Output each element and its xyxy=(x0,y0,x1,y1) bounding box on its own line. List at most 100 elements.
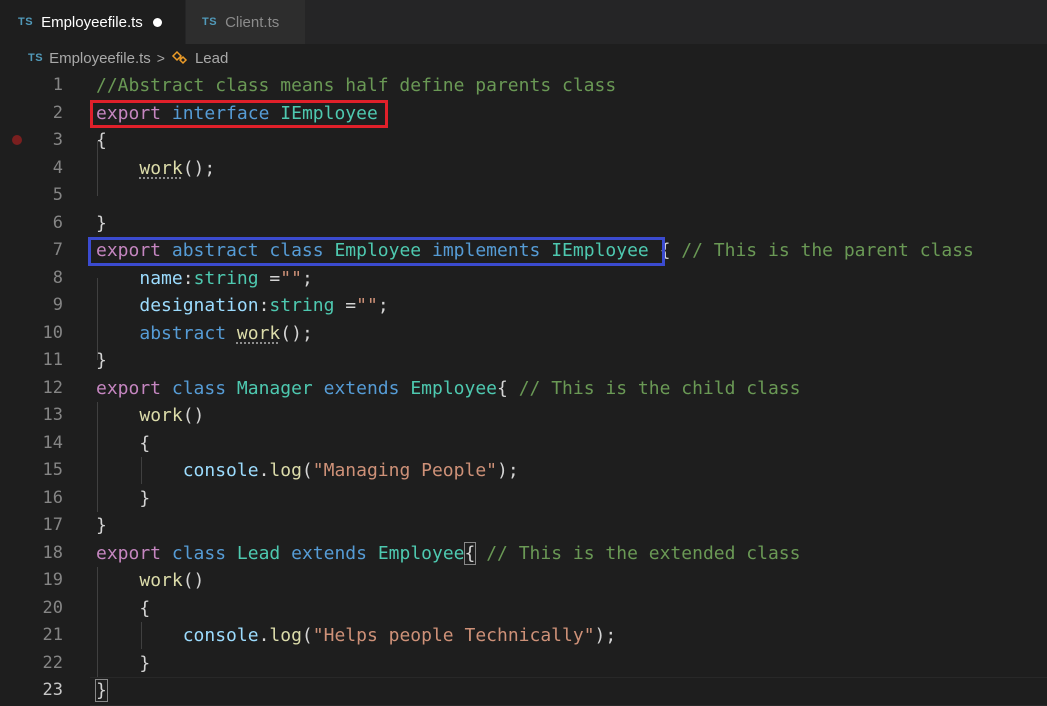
code-token: extends xyxy=(291,542,367,564)
code-token: { xyxy=(96,130,107,151)
line-code[interactable]: console.log("Helps people Technically"); xyxy=(96,622,617,650)
line-code[interactable]: console.log("Managing People"); xyxy=(96,457,519,485)
code-token: export xyxy=(96,542,162,564)
code-token: { xyxy=(463,541,477,565)
line-number: 10 xyxy=(42,322,63,343)
code-line[interactable]: 10 abstract work(); xyxy=(0,320,1047,348)
code-token: log xyxy=(269,625,302,646)
line-code[interactable]: { xyxy=(96,127,107,155)
code-line[interactable]: 18 export class Lead extends Employee{ //… xyxy=(0,540,1047,568)
code-line[interactable]: 14 { xyxy=(0,430,1047,458)
code-token: abstract xyxy=(139,322,227,344)
code-token: () xyxy=(182,570,205,591)
code-token: ); xyxy=(497,460,519,481)
code-token: { xyxy=(96,432,151,454)
line-code[interactable]: abstract work(); xyxy=(96,320,313,348)
breadcrumb-symbol[interactable]: Lead xyxy=(195,50,228,67)
line-code[interactable]: } xyxy=(96,650,150,678)
code-editor[interactable]: 1 //Abstract class means half define pare… xyxy=(0,72,1047,706)
line-code[interactable]: export class Manager extends Employee{ /… xyxy=(96,375,800,403)
line-number: 19 xyxy=(42,570,63,590)
line-number: 11 xyxy=(42,350,63,370)
line-number: 3 xyxy=(52,130,63,150)
code-token: (); xyxy=(182,157,216,179)
line-number: 15 xyxy=(42,460,63,480)
code-token: "Managing People" xyxy=(312,460,497,481)
line-code[interactable]: work(); xyxy=(96,155,215,183)
code-line[interactable]: 23} xyxy=(0,677,1047,705)
blue-annotation-box xyxy=(88,237,665,266)
code-line[interactable]: 20 { xyxy=(0,595,1047,623)
code-line[interactable]: 5 xyxy=(0,182,1047,210)
typescript-file-icon: TS xyxy=(18,16,34,28)
line-number: 13 xyxy=(42,405,63,425)
line-number: 5 xyxy=(52,185,63,205)
line-code[interactable]: { xyxy=(96,430,150,458)
line-code[interactable]: } xyxy=(96,485,150,513)
code-token: : xyxy=(258,295,270,316)
code-token: } xyxy=(96,652,151,674)
code-token: Manager xyxy=(236,377,313,399)
code-line[interactable]: 8 name:string =""; xyxy=(0,265,1047,293)
line-number: 22 xyxy=(42,652,63,673)
code-line[interactable]: 21 console.log("Helps people Technically… xyxy=(0,622,1047,650)
code-line[interactable]: 3{ xyxy=(0,127,1047,155)
code-line[interactable]: 16 } xyxy=(0,485,1047,513)
code-token: } xyxy=(96,515,107,536)
line-number: 8 xyxy=(52,267,63,288)
line-code[interactable]: work() xyxy=(96,402,204,430)
code-token: . xyxy=(258,460,270,481)
line-number: 9 xyxy=(52,295,63,315)
code-token: = xyxy=(258,267,281,289)
line-number: 18 xyxy=(42,542,63,563)
line-code[interactable]: } xyxy=(96,347,107,375)
code-token: () xyxy=(182,405,205,426)
code-line[interactable]: 6} xyxy=(0,210,1047,238)
tab-client[interactable]: TS Client.ts xyxy=(186,0,306,44)
unsaved-dot-icon[interactable] xyxy=(152,17,162,27)
line-number: 16 xyxy=(42,487,63,508)
code-line[interactable]: 9 designation:string =""; xyxy=(0,292,1047,320)
code-line[interactable]: 13 work() xyxy=(0,402,1047,430)
code-line[interactable]: 11} xyxy=(0,347,1047,375)
line-code[interactable]: //Abstract class means half define paren… xyxy=(96,72,616,100)
code-token: : xyxy=(182,267,194,289)
line-code[interactable]: work() xyxy=(96,567,204,595)
line-number: 12 xyxy=(42,377,63,398)
code-line[interactable]: 17} xyxy=(0,512,1047,540)
code-token: = xyxy=(334,295,357,316)
code-line[interactable]: 12 export class Manager extends Employee{… xyxy=(0,375,1047,403)
line-code[interactable]: { xyxy=(96,595,150,623)
code-token: (); xyxy=(280,322,313,344)
line-code[interactable]: } xyxy=(96,512,107,540)
breadcrumb: TS Employeefile.ts > Lead xyxy=(0,44,1047,72)
code-token: Employee xyxy=(377,542,465,564)
code-token: ; xyxy=(301,267,313,289)
line-code[interactable]: } xyxy=(96,210,107,238)
breadcrumb-file[interactable]: Employeefile.ts xyxy=(49,50,151,67)
line-code[interactable]: designation:string =""; xyxy=(96,292,389,320)
code-token: console xyxy=(182,625,259,646)
line-number: 4 xyxy=(52,157,63,178)
code-token: work xyxy=(139,570,183,591)
tab-label: Client.ts xyxy=(225,13,280,31)
code-line[interactable]: 4 work(); xyxy=(0,155,1047,183)
code-line[interactable]: 22 } xyxy=(0,650,1047,678)
code-token: ; xyxy=(377,295,389,316)
code-line[interactable]: 1 //Abstract class means half define pare… xyxy=(0,72,1047,100)
line-code[interactable]: name:string =""; xyxy=(96,265,313,293)
code-token: "" xyxy=(280,267,302,289)
line-number: 1 xyxy=(52,75,63,95)
code-token: { xyxy=(497,377,519,399)
code-line[interactable]: 19 work() xyxy=(0,567,1047,595)
code-token: work xyxy=(139,405,183,426)
typescript-file-icon: TS xyxy=(28,52,44,64)
line-code[interactable]: } xyxy=(95,677,108,705)
line-code[interactable]: export class Lead extends Employee{ // T… xyxy=(96,540,800,568)
tab-employeefile[interactable]: TS Employeefile.ts xyxy=(0,0,186,44)
code-line[interactable]: 15 console.log("Managing People"); xyxy=(0,457,1047,485)
